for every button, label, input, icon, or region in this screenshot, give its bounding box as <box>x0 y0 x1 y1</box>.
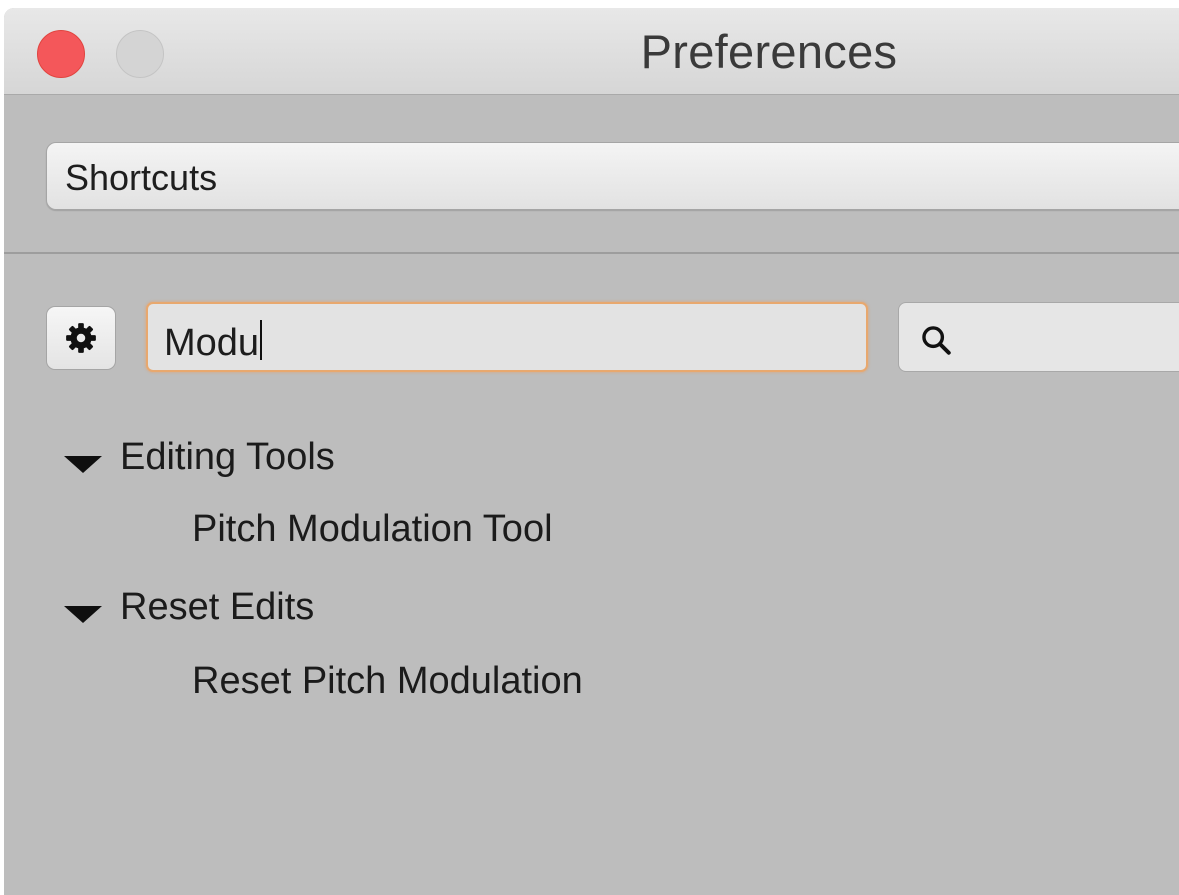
tree-group-label: Reset Edits <box>120 586 315 628</box>
tree-item-pitch-modulation-tool[interactable]: Pitch Modulation Tool <box>192 508 553 551</box>
filter-input-value: Modu <box>164 320 263 365</box>
minimize-window-button <box>116 30 164 78</box>
shortcut-filter-input[interactable]: Modu <box>146 302 868 372</box>
close-window-button[interactable] <box>37 30 85 78</box>
title-bar: Preferences <box>4 8 1179 95</box>
preferences-category-select[interactable]: Shortcuts <box>46 142 1179 210</box>
disclosure-triangle-icon[interactable] <box>64 456 102 473</box>
gear-icon <box>66 323 96 353</box>
divider <box>4 252 1179 254</box>
search-icon <box>922 326 951 355</box>
search-input[interactable] <box>898 302 1179 372</box>
text-caret <box>260 320 263 360</box>
tree-item-reset-pitch-modulation[interactable]: Reset Pitch Modulation <box>192 660 583 703</box>
preferences-window: Preferences Shortcuts Modu Editing Tools… <box>4 8 1179 895</box>
window-title: Preferences <box>640 25 898 78</box>
tree-group-label: Editing Tools <box>120 436 335 478</box>
disclosure-triangle-icon[interactable] <box>64 606 102 623</box>
actions-menu-button[interactable] <box>46 306 116 370</box>
category-select-value: Shortcuts <box>65 157 218 198</box>
